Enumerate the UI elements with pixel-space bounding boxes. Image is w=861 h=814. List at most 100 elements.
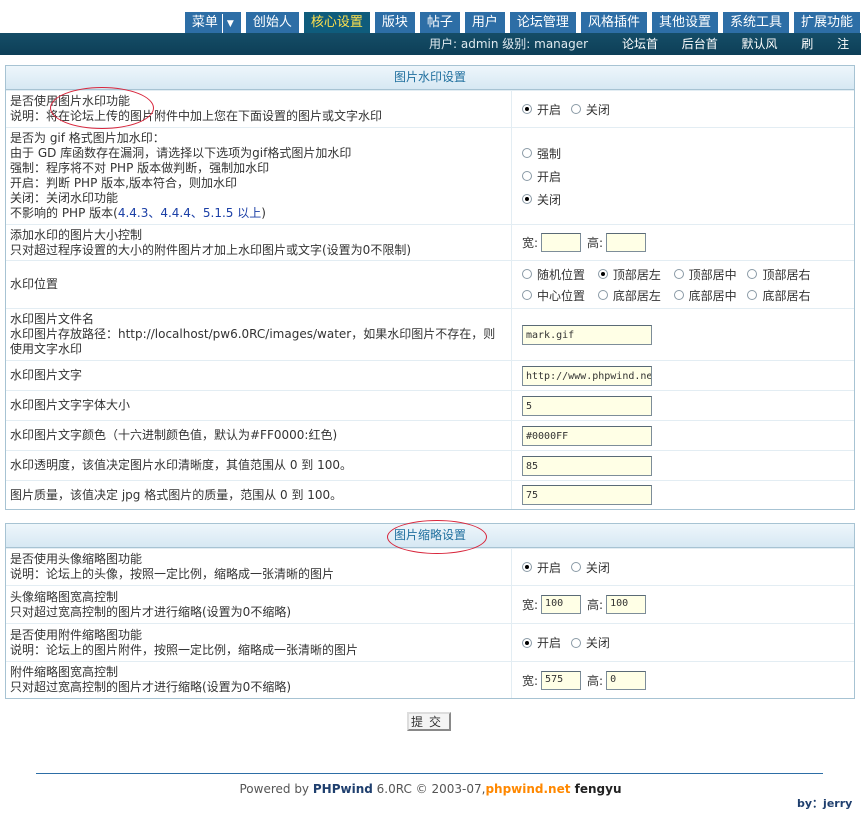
tab-styles-plugins[interactable]: 风格插件 [579,11,648,33]
attach-thumb-width-input[interactable]: 575 [541,670,582,690]
radio-button[interactable] [673,290,684,300]
radio-button[interactable] [522,194,532,204]
image-quality-input[interactable]: 75 [522,485,652,505]
radio-attach-thumb-on[interactable]: 开启 [522,634,561,651]
radio-button[interactable] [597,269,608,279]
radio-button[interactable] [522,148,532,158]
setting-label: 水印透明度，该值决定图片水印清晰度，其值范围从 0 到 100。 [10,458,352,472]
setting-row: 是否使用附件缩略图功能 说明：论坛上的图片附件，按照一定比例，缩略成一张清晰的图… [6,623,854,661]
radio-pos-bottom-center[interactable]: 底部居中 [673,287,738,304]
tab-system-tools[interactable]: 系统工具 [721,11,790,33]
tab-forums[interactable]: 版块 [373,11,416,33]
radio-watermark-on[interactable]: 开启 [522,101,561,118]
radio-pos-top-right[interactable]: 顶部居右 [747,266,811,283]
avatar-thumb-height-input[interactable]: 100 [606,595,647,614]
radio-watermark-off[interactable]: 关闭 [570,101,610,118]
setting-desc: 水印图片存放路径：http://localhost/pw6.0RC/images… [10,327,496,356]
setting-row: 是否使用头像缩略图功能 说明：论坛上的头像，按照一定比例，缩略成一张清晰的图片 … [6,548,854,585]
tab-menu[interactable]: 菜单 ▼ [183,11,242,35]
radio-button[interactable] [522,104,532,114]
setting-desc: 由于 GD 库函数存在漏洞，请选择以下选项为gif格式图片加水印 [10,146,352,160]
attach-thumb-height-input[interactable]: 0 [606,670,647,690]
watermark-file-input[interactable]: mark.gif [522,324,652,345]
radio-button[interactable] [747,290,758,300]
radio-button[interactable] [522,637,532,648]
setting-label: 是否为 gif 格式图片加水印： [10,131,165,145]
tab-core-settings[interactable]: 核心设置 [302,11,371,33]
setting-label: 添加水印的图片大小控制 [10,227,143,242]
submit-button[interactable]: 提交 [407,712,451,731]
avatar-thumb-width-input[interactable]: 100 [541,595,582,614]
setting-row: 添加水印的图片大小控制 只对超过程序设置的大小的附件图片才加上水印图片或文字(设… [6,224,854,260]
thumbnail-panel: 图片缩略设置 是否使用头像缩略图功能 说明：论坛上的头像，按照一定比例，缩略成一… [5,523,855,699]
setting-label: 水印图片文件名 [10,312,95,326]
radio-button[interactable] [570,562,581,572]
watermark-color-input[interactable]: #0000FF [522,425,652,446]
radio-gif-on[interactable]: 开启 [522,168,844,185]
watermark-min-height-input[interactable] [606,233,647,252]
radio-button[interactable] [570,104,581,114]
radio-pos-bottom-left[interactable]: 底部居左 [597,287,664,304]
radio-pos-random[interactable]: 随机位置 [522,266,588,283]
top-nav: 菜单 ▼ 创始人 核心设置 版块 帖子 用户 论坛管理 风格插件 其他设置 系统工… [0,0,861,35]
setting-label: 附件缩略图宽高控制 [10,665,119,679]
tab-forum-admin[interactable]: 论坛管理 [508,11,577,33]
setting-label: 是否使用头像缩略图功能 [10,552,143,566]
setting-desc: 说明：论坛上的图片附件，按照一定比例，缩略成一张清晰的图片 [10,642,359,657]
setting-desc: 不影响的 PHP 版本(4.4.3、4.4.4、5.1.5 以上) [10,206,266,220]
tab-posts[interactable]: 帖子 [418,11,461,33]
setting-label: 是否使用图片水印功能 [10,94,131,108]
tab-other-settings[interactable]: 其他设置 [650,11,719,33]
setting-label: 图片质量，该值决定 jpg 格式图片的质量，范围从 0 到 100。 [10,487,343,502]
tab-founder[interactable]: 创始人 [244,11,300,33]
radio-avatar-thumb-off[interactable]: 关闭 [570,559,610,576]
author-byline: by：jerry [797,797,853,810]
radio-button[interactable] [522,290,532,300]
setting-label: 水印图片文字 [10,368,83,382]
radio-gif-off[interactable]: 关闭 [522,191,844,208]
footer-divider [36,773,823,774]
user-info-bar: 用户: admin 级别: manager 论坛首页 后台首页 默认风格 刷新 … [0,33,861,73]
radio-avatar-thumb-on[interactable]: 开启 [522,559,561,576]
setting-row: 是否使用图片水印功能 说明：将在论坛上传的图片附件中加上您在下面设置的图片或文字… [6,90,854,127]
setting-label: 水印位置 [10,277,59,291]
watermark-min-width-input[interactable] [541,233,582,252]
nav-tabs: 菜单 ▼ 创始人 核心设置 版块 帖子 用户 论坛管理 风格插件 其他设置 系统工… [183,11,861,35]
radio-pos-top-left[interactable]: 顶部居左 [597,266,664,283]
watermark-opacity-input[interactable]: 85 [522,455,652,476]
setting-label: 水印图片文字字体大小 [10,398,131,412]
footer: Powered by PHPwind 6.0RC © 2003-07,phpwi… [239,782,622,796]
setting-desc: 关闭：关闭水印功能 [10,191,119,205]
setting-desc: 只对超过程序设置的大小的附件图片才加上水印图片或文字(设置为0不限制) [10,242,412,257]
tab-users[interactable]: 用户 [463,11,506,33]
watermark-text-input[interactable]: http://www.phpwind.ne [522,365,652,386]
setting-row: 头像缩略图宽高控制 只对超过宽高控制的图片才进行缩略(设置为0不缩略) 宽: 1… [6,585,854,623]
watermark-panel-title: 图片水印设置 [6,66,854,90]
setting-row: 水印图片文字字体大小 5 [6,390,854,420]
radio-attach-thumb-off[interactable]: 关闭 [570,634,610,651]
setting-row: 水印图片文字 http://www.phpwind.ne [6,360,854,390]
watermark-font-size-input[interactable]: 5 [522,395,652,416]
tab-extensions[interactable]: 扩展功能 [792,11,861,33]
setting-row: 水印图片文字颜色（十六进制颜色值，默认为#FF0000:红色) #0000FF [6,420,854,450]
setting-desc: 开启：判断 PHP 版本,版本符合，则加水印 [10,176,237,190]
setting-row: 水印位置 随机位置 顶部居左 顶部居中 顶部居右 中心位置 底部居左 底部居中 … [6,260,854,308]
radio-pos-center[interactable]: 中心位置 [522,287,588,304]
radio-button[interactable] [673,269,684,279]
setting-desc: 说明：论坛上的头像，按照一定比例，缩略成一张清晰的图片 [10,567,335,581]
footer-brand: PHPwind [312,782,373,796]
radio-button[interactable] [570,637,581,648]
setting-desc: 说明：将在论坛上传的图片附件中加上您在下面设置的图片或文字水印 [10,109,383,123]
radio-pos-bottom-right[interactable]: 底部居右 [747,287,811,304]
radio-gif-force[interactable]: 强制 [522,145,844,162]
radio-button[interactable] [597,290,608,300]
radio-button[interactable] [522,562,532,572]
radio-button[interactable] [522,171,532,181]
radio-button[interactable] [522,269,532,279]
chevron-down-icon[interactable]: ▼ [221,14,234,35]
setting-row: 水印图片文件名 水印图片存放路径：http://localhost/pw6.0R… [6,308,854,360]
setting-row: 附件缩略图宽高控制 只对超过宽高控制的图片才进行缩略(设置为0不缩略) 宽: 5… [6,661,854,698]
radio-button[interactable] [747,269,758,279]
radio-pos-top-center[interactable]: 顶部居中 [673,266,738,283]
footer-site-link[interactable]: phpwind.net [485,782,570,796]
